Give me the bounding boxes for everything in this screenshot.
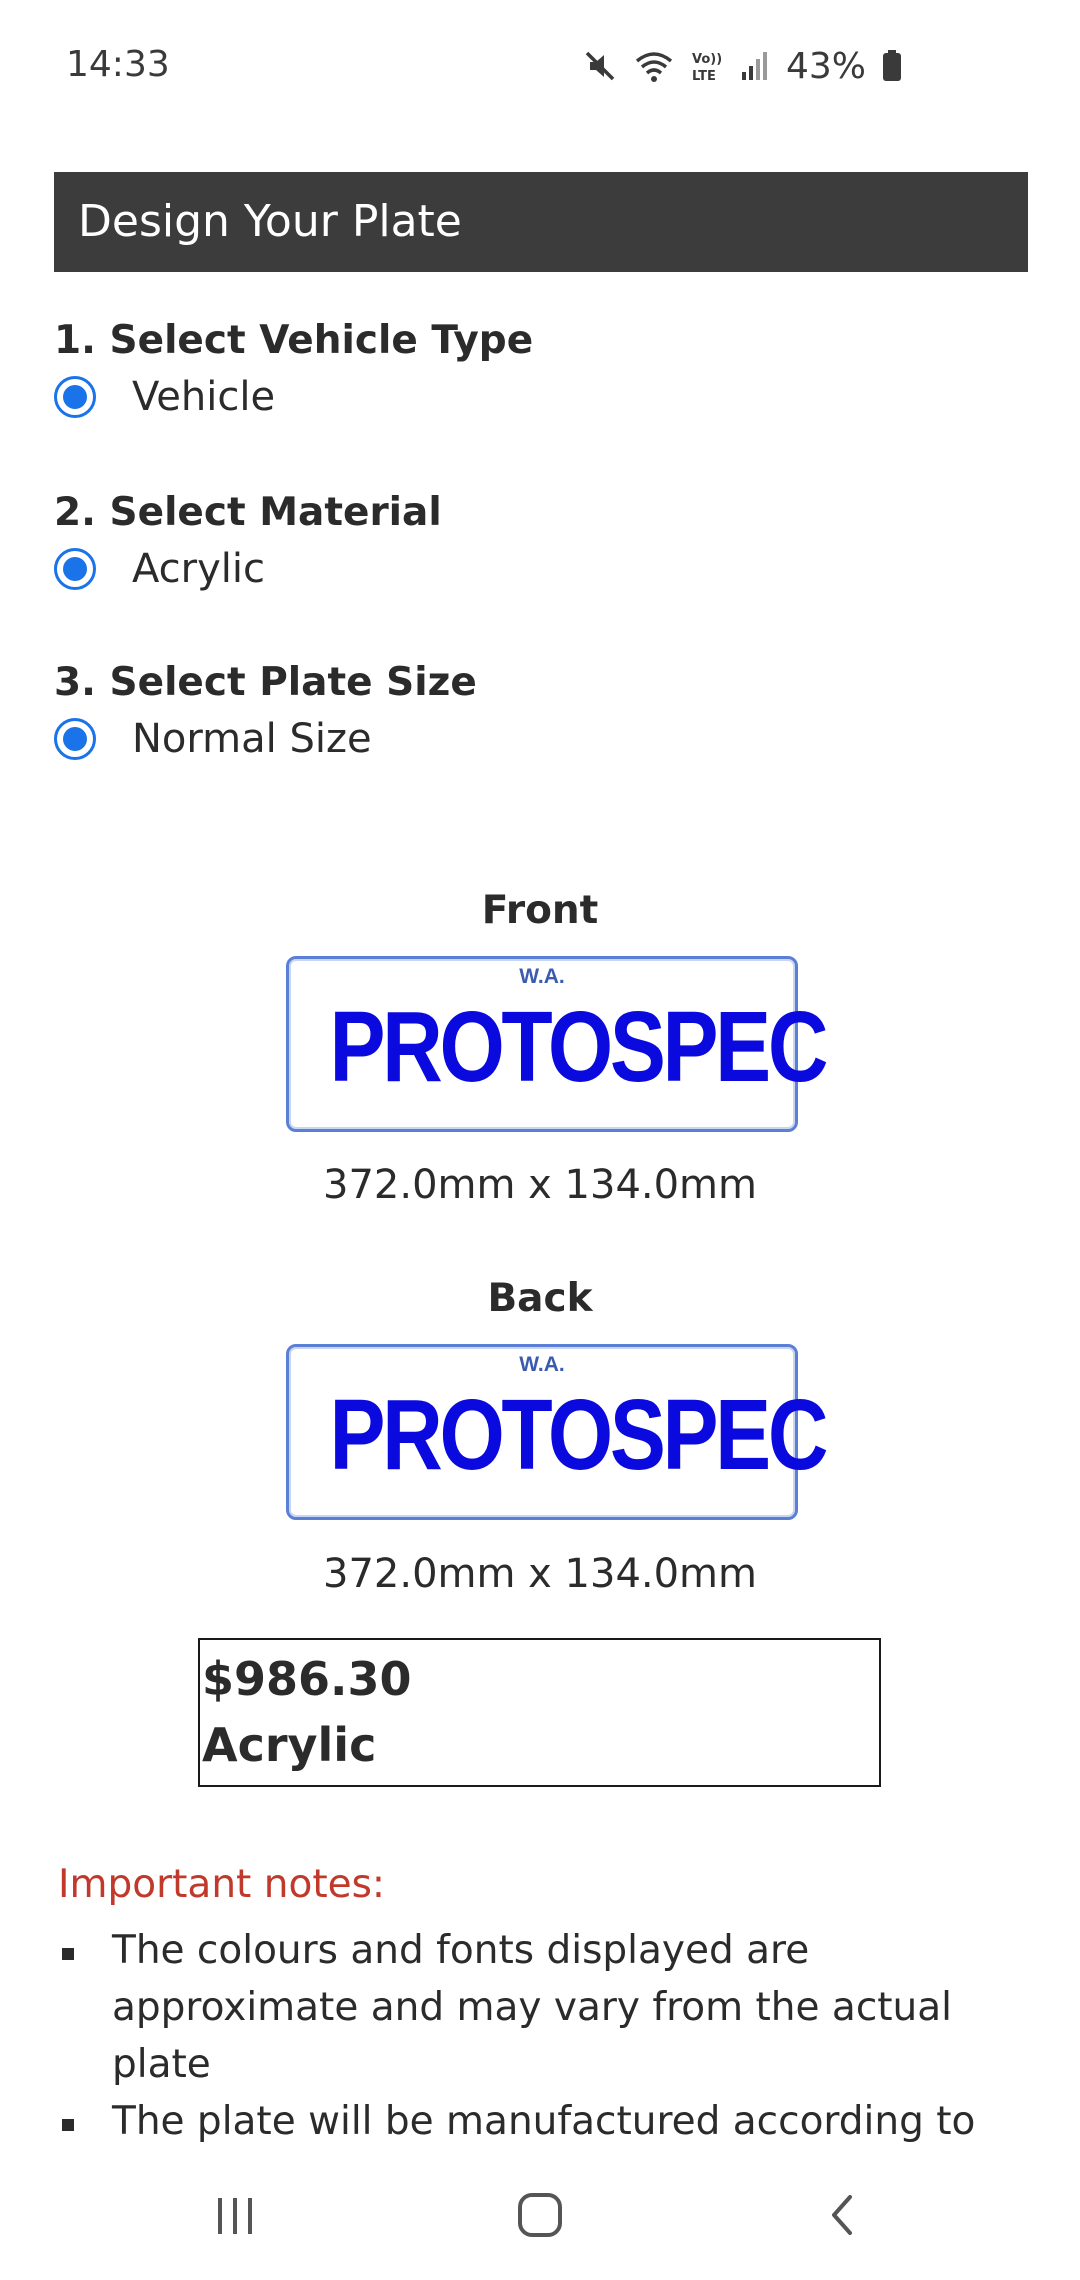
battery-icon xyxy=(883,50,901,81)
note-text: The plate will be manufactured according… xyxy=(112,2099,976,2144)
notes-title: Important notes: xyxy=(58,1862,386,1907)
plate-number-text: PROTOSPEC xyxy=(329,991,828,1103)
back-icon[interactable] xyxy=(818,2190,868,2240)
status-time: 14:33 xyxy=(66,44,170,85)
home-icon[interactable] xyxy=(512,2190,568,2240)
page-header: Design Your Plate xyxy=(54,172,1028,272)
section-heading-material: 2. Select Material xyxy=(54,490,442,535)
bullet-icon xyxy=(62,1948,74,1960)
note-item: The colours and fonts displayed are appr… xyxy=(58,1922,1018,2093)
radio-button[interactable] xyxy=(54,548,96,590)
volte-icon: Vo)) LTE xyxy=(692,52,722,84)
wifi-icon xyxy=(635,52,673,82)
radio-label: Normal Size xyxy=(132,716,372,762)
note-item: The plate will be manufactured according… xyxy=(58,2093,1018,2150)
plate-state-label: W.A. xyxy=(519,1353,565,1376)
radio-option-normal-size[interactable]: Normal Size xyxy=(54,714,372,764)
price-summary: $986.30 Acrylic xyxy=(198,1638,881,1787)
back-plate-dimensions: 372.0mm x 134.0mm xyxy=(323,1551,757,1597)
front-plate-title: Front xyxy=(481,888,599,933)
section-heading-vehicle-type: 1. Select Vehicle Type xyxy=(54,318,534,363)
plate-state-label: W.A. xyxy=(519,965,565,988)
notes-list: The colours and fonts displayed are appr… xyxy=(58,1922,1018,2150)
recent-apps-icon[interactable] xyxy=(210,2190,260,2240)
plate-number-text: PROTOSPEC xyxy=(329,1379,828,1491)
page-title: Design Your Plate xyxy=(78,196,462,247)
battery-level: 43% xyxy=(785,45,866,87)
front-plate-preview: W.A. PROTOSPEC xyxy=(286,956,829,1132)
note-text: The colours and fonts displayed are appr… xyxy=(112,1928,953,2087)
front-plate-dimensions: 372.0mm x 134.0mm xyxy=(323,1162,757,1208)
radio-option-acrylic[interactable]: Acrylic xyxy=(54,544,265,594)
material-value: Acrylic xyxy=(202,1718,377,1772)
svg-text:Vo)): Vo)) xyxy=(692,52,722,67)
radio-option-vehicle[interactable]: Vehicle xyxy=(54,372,275,422)
section-heading-plate-size: 3. Select Plate Size xyxy=(54,660,477,705)
back-plate-preview: W.A. PROTOSPEC xyxy=(286,1344,829,1520)
radio-button[interactable] xyxy=(54,376,96,418)
back-plate-title: Back xyxy=(487,1276,593,1321)
status-bar: 14:33 Vo)) LTE 43% xyxy=(0,0,1080,135)
system-nav-bar xyxy=(0,2150,1080,2280)
bullet-icon xyxy=(62,2119,74,2131)
mute-icon xyxy=(585,51,615,81)
radio-label: Acrylic xyxy=(132,546,265,592)
radio-label: Vehicle xyxy=(132,374,276,420)
price-value: $986.30 xyxy=(202,1652,412,1706)
signal-icon xyxy=(741,52,767,80)
status-icons: Vo)) LTE 43% xyxy=(582,44,902,88)
radio-button[interactable] xyxy=(54,718,96,760)
svg-text:LTE: LTE xyxy=(692,69,716,84)
